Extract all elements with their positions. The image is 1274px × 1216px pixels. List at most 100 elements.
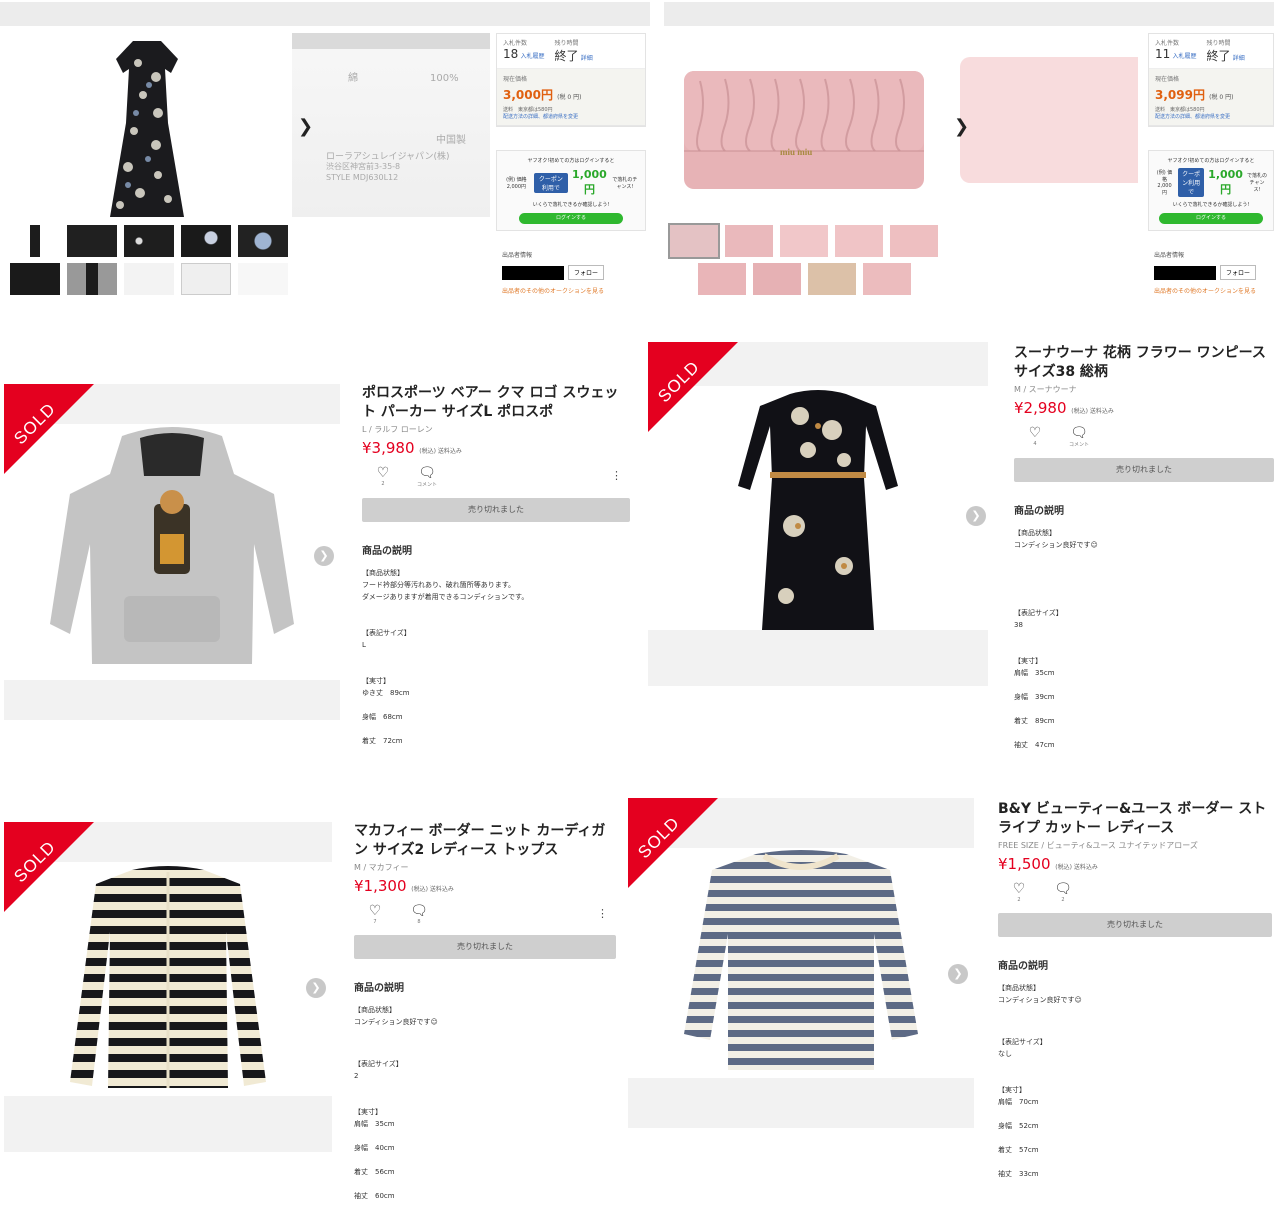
like-button[interactable]: ♡ 7 — [364, 903, 386, 925]
thumbnail[interactable] — [668, 223, 720, 259]
thumbnail[interactable] — [67, 225, 117, 257]
thumbnail[interactable] — [10, 263, 60, 295]
current-price: 3,099円 — [1155, 88, 1205, 102]
main-photo[interactable]: miu miu — [670, 33, 940, 217]
listing-photo[interactable]: SOLD — [628, 798, 974, 1128]
thumbnail[interactable] — [238, 225, 288, 257]
like-button[interactable]: ♡ 4 — [1024, 425, 1046, 447]
thumbnail[interactable] — [10, 225, 60, 257]
thumbnail[interactable] — [181, 225, 231, 257]
item-size-brand[interactable]: FREE SIZE / ビューティ&ユース ユナイテッドアローズ — [998, 840, 1272, 851]
bid-count: 18 — [503, 47, 519, 61]
detail-link[interactable]: 詳細 — [581, 55, 593, 62]
label-photo[interactable]: 綿 100% 中国製 ローラアシュレイジャパン(株) 渋谷区神宮前3-35-8 … — [292, 33, 490, 217]
size-section: 【表記サイズ】 L — [362, 627, 630, 651]
header-bar — [0, 2, 650, 26]
tax-note: (税 0 円) — [1209, 94, 1234, 101]
measure-section: 【実寸】 肩幅 35cm 身幅 39cm 着丈 89cm 袖丈 47cm — [1014, 655, 1274, 751]
measure-section: 【実寸】 肩幅 35cm 身幅 40cm 着丈 56cm 袖丈 60cm — [354, 1106, 616, 1202]
shipping-link[interactable]: 配送方法の詳細、都道府県を変更 — [503, 113, 639, 120]
measure-row: 身幅 39cm — [1014, 693, 1055, 701]
size-heading: 【表記サイズ】 — [354, 1060, 403, 1068]
chevron-right-icon[interactable]: ❯ — [954, 116, 969, 137]
login-button[interactable]: ログインする — [1159, 213, 1263, 224]
more-options-icon[interactable]: ⋮ — [611, 469, 622, 482]
heart-icon: ♡ — [376, 465, 390, 481]
seller-name-redacted[interactable] — [1154, 265, 1216, 280]
thumbnail[interactable] — [753, 263, 801, 295]
item-title: マカフィー ボーダー ニット カーディガン サイズ2 レディース トップス — [354, 823, 606, 858]
main-photo[interactable] — [8, 33, 286, 217]
measure-row: 肩幅 70cm — [998, 1098, 1039, 1106]
thumbnail[interactable] — [808, 263, 856, 295]
measure-heading: 【実寸】 — [1014, 657, 1042, 665]
coupon-example: (例) 価格2,000円 — [506, 176, 527, 190]
login-button[interactable]: ログインする — [519, 213, 623, 224]
coupon-tag: クーポン利用で — [1178, 168, 1205, 197]
comment-icon: 🗨 — [410, 903, 428, 919]
carousel-next-button[interactable]: ❯ — [948, 964, 968, 984]
auction-panel-1: 綿 100% 中国製 ローラアシュレイジャパン(株) 渋谷区神宮前3-35-8 … — [0, 0, 650, 310]
comment-button[interactable]: 🗨 2 — [1052, 881, 1074, 903]
detail-link[interactable]: 詳細 — [1233, 55, 1245, 62]
thumbnail[interactable] — [835, 225, 883, 257]
sold-out-button[interactable]: 売り切れました — [354, 935, 616, 959]
sold-out-button[interactable]: 売り切れました — [998, 913, 1272, 937]
thumbnail[interactable] — [124, 263, 174, 295]
item-size-brand[interactable]: L / ラルフ ローレン — [362, 424, 630, 435]
listing-details: B&Y ビューティー&ユース ボーダー ストライプ カットー レディース FRE… — [998, 800, 1272, 1180]
like-count: 2 — [1017, 897, 1021, 903]
thumbnail[interactable] — [780, 225, 828, 257]
more-options-icon[interactable]: ⋮ — [597, 907, 608, 920]
follow-button[interactable]: フォロー — [1220, 265, 1257, 280]
thumbnail[interactable] — [238, 263, 288, 295]
bid-history-link[interactable]: 入札履歴 — [521, 53, 545, 60]
thumbnail[interactable] — [890, 225, 938, 257]
listing-3: SOLD ❯ マカフィー ボーダー ニット カーディガン サイズ2 レディース … — [0, 790, 630, 1216]
thumbnail[interactable] — [124, 225, 174, 257]
sold-out-button[interactable]: 売り切れました — [362, 498, 630, 522]
heart-icon: ♡ — [368, 903, 382, 919]
size-heading: 【表記サイズ】 — [1014, 609, 1063, 617]
seller-section: 出品者情報 フォロー 出品者のその他のオークションを見る — [1154, 250, 1274, 295]
wallet-photo — [670, 33, 940, 217]
like-button[interactable]: ♡ 2 — [1008, 881, 1030, 903]
label-line-5: 渋谷区神宮前3-35-8 — [326, 162, 401, 171]
other-auctions-link[interactable]: 出品者のその他のオークションを見る — [1154, 286, 1274, 295]
seller-label: 出品者情報 — [1154, 252, 1185, 259]
shipping-text: 送料 東京都は580円 — [1155, 107, 1205, 113]
sold-out-button[interactable]: 売り切れました — [1014, 458, 1274, 482]
bid-status-row: 入札件数 11 入札履歴 残り時間 終了 詳細 — [1149, 34, 1273, 69]
item-title: スーナウーナ 花柄 フラワー ワンピース サイズ38 総柄 — [1014, 345, 1266, 380]
measure-row: 身幅 52cm — [998, 1122, 1039, 1130]
wallet-second-photo[interactable] — [948, 33, 1138, 217]
chevron-right-icon[interactable]: ❯ — [298, 116, 313, 137]
thumbnail[interactable] — [698, 263, 746, 295]
description-text: 【商品状態】 フード衿部分等汚れあり、破れ箇所等あります。 ダメージありますが着… — [362, 569, 529, 601]
seller-name-redacted[interactable] — [502, 265, 564, 280]
follow-button[interactable]: フォロー — [568, 265, 605, 280]
item-size-brand[interactable]: M / マカフィー — [354, 862, 616, 873]
comment-button[interactable]: 🗨 8 — [408, 903, 430, 925]
listing-photo[interactable]: SOLD — [648, 342, 988, 686]
carousel-next-button[interactable]: ❯ — [314, 546, 334, 566]
shipping-text: 送料 東京都は580円 — [503, 107, 553, 113]
thumbnail[interactable] — [725, 225, 773, 257]
listing-photo[interactable]: SOLD — [4, 822, 332, 1152]
comment-button[interactable]: 🗨 コメント — [416, 465, 438, 488]
other-auctions-link[interactable]: 出品者のその他のオークションを見る — [502, 286, 648, 295]
thumbnail[interactable] — [863, 263, 911, 295]
carousel-next-button[interactable]: ❯ — [306, 978, 326, 998]
comment-button[interactable]: 🗨 コメント — [1068, 425, 1090, 448]
measure-section: 【実寸】 ゆき丈 89cm 身幅 68cm 着丈 72cm — [362, 675, 630, 747]
item-size-brand[interactable]: M / スーナウーナ — [1014, 384, 1274, 395]
like-button[interactable]: ♡ 2 — [372, 465, 394, 487]
carousel-next-button[interactable]: ❯ — [966, 506, 986, 526]
description-text: 【商品状態】 コンディション良好です☺ — [354, 1006, 438, 1026]
listing-photo[interactable]: SOLD ❯ — [4, 384, 340, 720]
thumbnail[interactable] — [181, 263, 231, 295]
bid-history-link[interactable]: 入札履歴 — [1173, 53, 1197, 60]
shipping-link[interactable]: 配送方法の詳細、都道府県を変更 — [1155, 113, 1267, 120]
thumbnail[interactable] — [67, 263, 117, 295]
measure-row: 肩幅 35cm — [354, 1120, 395, 1128]
